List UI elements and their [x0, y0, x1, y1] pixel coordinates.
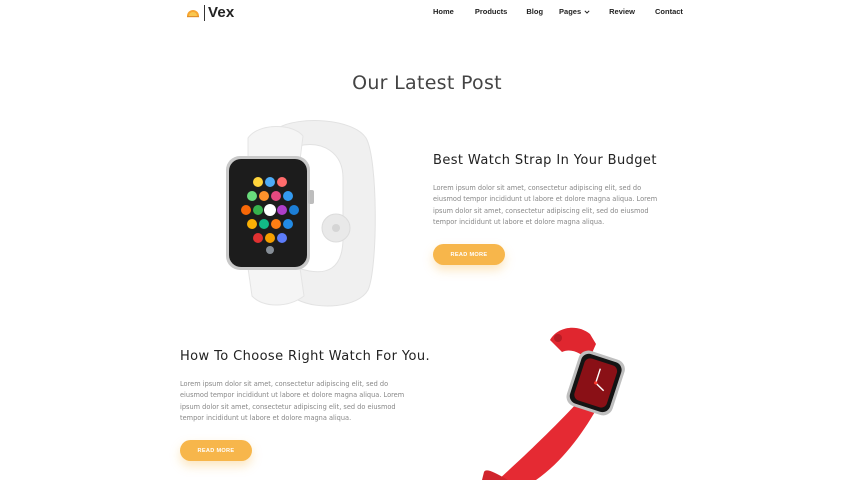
- brand-logo[interactable]: Vex: [186, 4, 234, 21]
- post-title[interactable]: How To Choose Right Watch For You.: [180, 349, 430, 364]
- post-excerpt: Lorem ipsum dolor sit amet, consectetur …: [433, 184, 658, 227]
- chevron-down-icon: [584, 9, 590, 14]
- brand-name: Vex: [208, 4, 235, 21]
- nav-home[interactable]: Home: [433, 7, 454, 16]
- nav-products[interactable]: Products: [475, 7, 508, 16]
- nav-review[interactable]: Review: [609, 7, 635, 16]
- post-excerpt: Lorem ipsum dolor sit amet, consectetur …: [180, 380, 405, 423]
- half-sun-logo-icon: [186, 6, 200, 20]
- white-smartwatch-image: [218, 118, 380, 310]
- read-more-button[interactable]: READ MORE: [433, 244, 505, 265]
- nav-contact[interactable]: Contact: [655, 7, 683, 16]
- logo-divider: [204, 4, 205, 21]
- main-nav: Home Products Blog Pages Review Contact: [433, 7, 683, 16]
- read-more-button[interactable]: READ MORE: [180, 440, 252, 461]
- nav-blog[interactable]: Blog: [526, 7, 543, 16]
- site-header: Vex Home Products Blog Pages Review Cont…: [0, 0, 854, 28]
- section-title: Our Latest Post: [352, 72, 502, 94]
- nav-pages-label: Pages: [559, 7, 582, 16]
- red-smartwatch-image: [478, 322, 628, 480]
- post-title[interactable]: Best Watch Strap In Your Budget: [433, 153, 657, 168]
- nav-pages[interactable]: Pages: [559, 7, 590, 16]
